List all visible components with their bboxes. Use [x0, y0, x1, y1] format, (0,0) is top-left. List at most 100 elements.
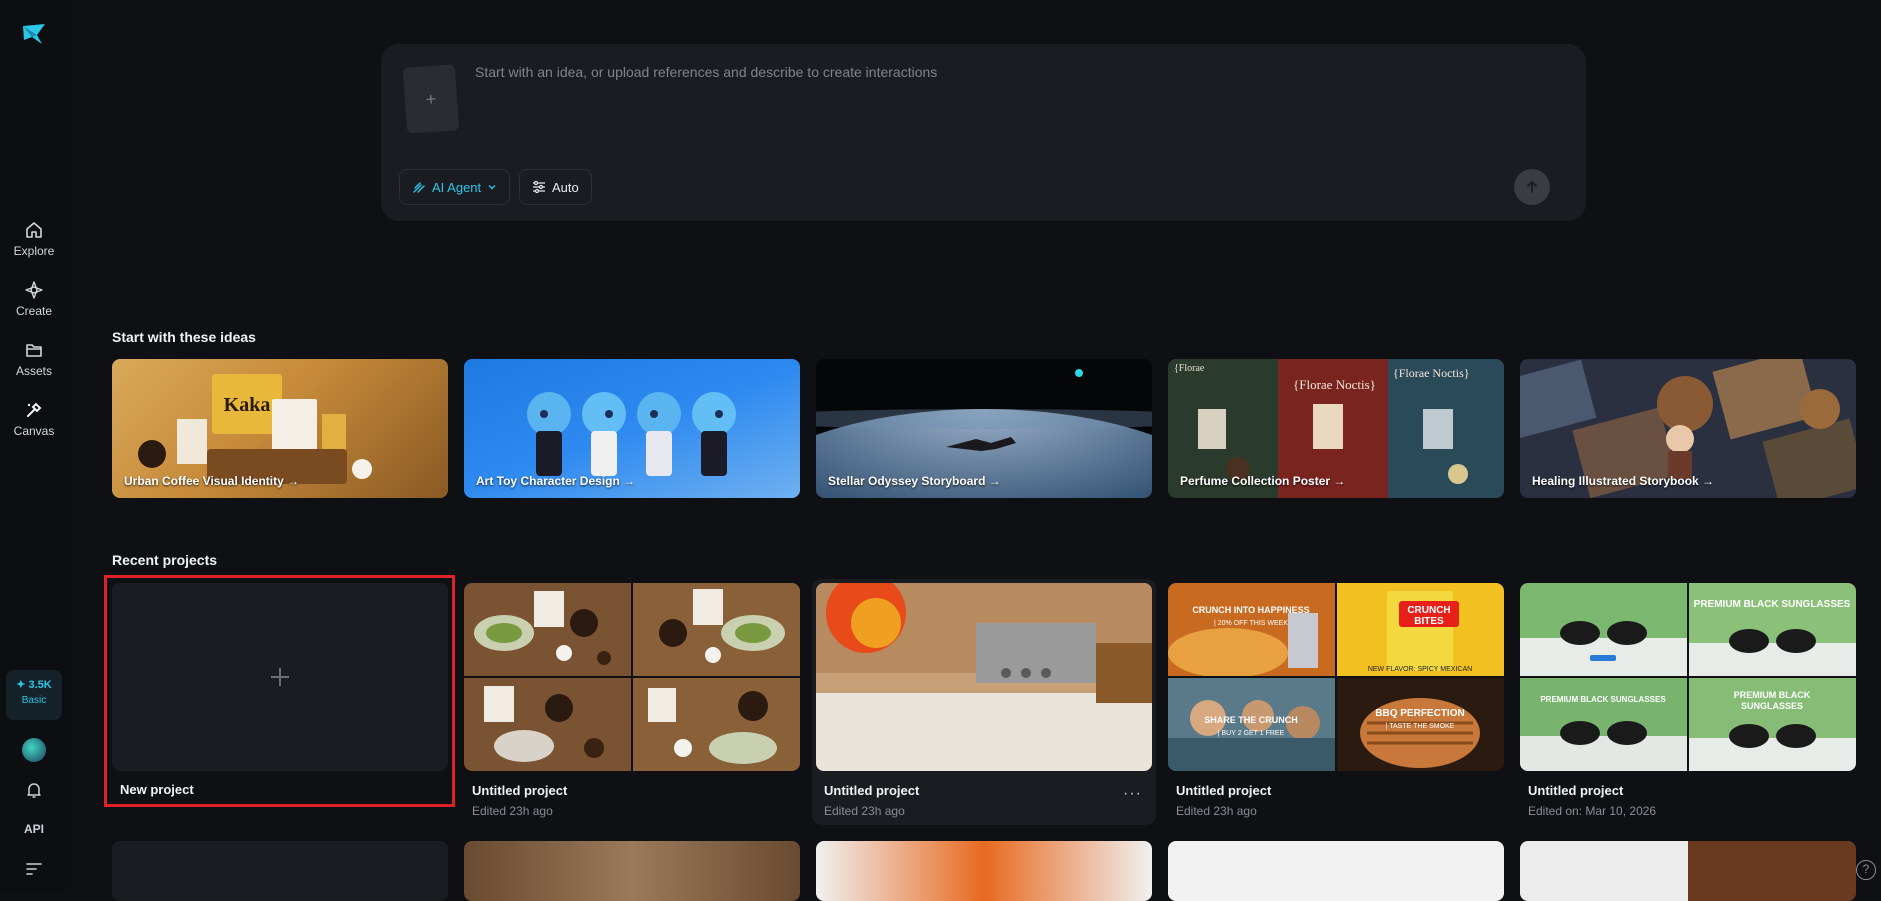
idea-card-label: Healing Illustrated Storybook → [1532, 474, 1715, 488]
nav-explore[interactable]: Explore [0, 220, 68, 258]
project-thumbnail[interactable]: PREMIUM BLACK SUNGLASSES PREMIUM BLACK S… [1520, 583, 1856, 771]
sunglasses-ad-image: PREMIUM BLACK SUNGLASSES [1520, 678, 1687, 771]
svg-text:| TASTE THE SMOKE: | TASTE THE SMOKE [1386, 723, 1455, 730]
app-logo-icon[interactable] [20, 20, 48, 48]
plan-label: Basic [21, 695, 47, 706]
api-link[interactable]: API [0, 822, 68, 836]
svg-text:Kaka: Kaka [224, 394, 271, 416]
project-card[interactable]: Untitled project Edited 23h ago [464, 583, 800, 818]
project-edited: Edited 23h ago [824, 804, 905, 818]
project-thumbnail[interactable] [816, 583, 1152, 771]
idea-card-perfume[interactable]: {Florae Noctis} {Florae Noctis} {Florae … [1168, 359, 1504, 498]
ai-agent-button[interactable]: AI Agent [399, 169, 511, 205]
chips-ad-image: CRUNCHBITES NEW FLAVOR: SPICY MEXICAN [1337, 583, 1504, 676]
ideas-section-title: Start with these ideas [112, 329, 256, 345]
coffee-flatlay-image [633, 583, 800, 676]
sunglasses-ad-image [1520, 583, 1687, 676]
project-title: Untitled project [1176, 783, 1272, 798]
coffee-flatlay-image [633, 678, 800, 771]
nav-canvas[interactable]: Canvas [0, 400, 68, 438]
plus-icon: + [425, 88, 437, 109]
auto-settings-button[interactable]: Auto [519, 169, 592, 205]
svg-text:BITES: BITES [1414, 616, 1444, 627]
project-title: Untitled project [1528, 783, 1624, 798]
svg-text:CRUNCH INTO HAPPINESS: CRUNCH INTO HAPPINESS [1192, 605, 1309, 615]
arrow-up-icon [1527, 180, 1537, 193]
project-edited: Edited 23h ago [1176, 804, 1257, 818]
home-icon [26, 222, 42, 238]
help-button[interactable]: ? [1856, 860, 1876, 880]
project-card-partial[interactable] [1168, 841, 1504, 901]
svg-text:SUNGLASSES: SUNGLASSES [1741, 701, 1803, 711]
idea-card-label: Stellar Odyssey Storyboard → [828, 474, 1001, 488]
svg-text:CRUNCH: CRUNCH [1407, 605, 1450, 616]
svg-text:| BUY 2 GET 1 FREE: | BUY 2 GET 1 FREE [1218, 730, 1285, 737]
project-title: Untitled project [824, 783, 920, 798]
send-button[interactable] [1514, 169, 1550, 205]
chips-ad-image: BBQ PERFECTION | TASTE THE SMOKE [1337, 678, 1504, 771]
project-card[interactable]: Untitled project Edited 23h ago ··· [812, 579, 1156, 825]
idea-card-art-toy[interactable]: Art Toy Character Design → [464, 359, 800, 498]
prompt-input[interactable]: Start with an idea, or upload references… [475, 64, 937, 80]
wand-icon [413, 182, 425, 193]
project-card-partial[interactable] [464, 841, 800, 901]
nav-create[interactable]: Create [0, 280, 68, 318]
svg-text:PREMIUM BLACK SUNGLASSES: PREMIUM BLACK SUNGLASSES [1540, 695, 1666, 704]
project-card-partial[interactable] [1520, 841, 1856, 901]
project-card[interactable]: CRUNCH INTO HAPPINESS | 20% OFF THIS WEEK… [1168, 583, 1504, 818]
sidebar: Explore Create Assets Canvas ✦ 3.5K Basi… [0, 0, 68, 891]
project-card[interactable]: PREMIUM BLACK SUNGLASSES PREMIUM BLACK S… [1520, 583, 1856, 818]
project-card-partial[interactable] [816, 841, 1152, 901]
idea-card-label: Art Toy Character Design → [476, 474, 636, 488]
project-thumbnail[interactable]: CRUNCH INTO HAPPINESS | 20% OFF THIS WEEK… [1168, 583, 1504, 771]
chevron-down-icon [488, 185, 496, 190]
bell-icon[interactable] [24, 780, 44, 800]
nav-explore-label: Explore [13, 244, 55, 258]
nav-create-label: Create [15, 304, 53, 318]
nav-assets[interactable]: Assets [0, 340, 68, 378]
ai-agent-label: AI Agent [432, 179, 482, 195]
coffee-flatlay-image [464, 678, 631, 771]
upload-reference-button[interactable]: + [402, 64, 460, 134]
canvas-icon [27, 402, 42, 417]
nav-canvas-label: Canvas [13, 424, 55, 438]
kitchen-image [816, 583, 1152, 771]
auto-label: Auto [552, 179, 579, 195]
project-thumbnail[interactable] [464, 583, 800, 771]
credits-amount: ✦ 3.5K [16, 679, 52, 691]
recent-section-title: Recent projects [112, 552, 218, 568]
svg-text:| 20% OFF THIS WEEK: | 20% OFF THIS WEEK [1214, 620, 1288, 627]
nav-assets-label: Assets [15, 364, 52, 378]
coffee-flatlay-image [464, 583, 631, 676]
idea-card-storybook[interactable]: Healing Illustrated Storybook → [1520, 359, 1856, 498]
svg-text:PREMIUM BLACK SUNGLASSES: PREMIUM BLACK SUNGLASSES [1694, 599, 1851, 610]
project-edited: Edited on: Mar 10, 2026 [1528, 804, 1657, 818]
sunglasses-ad-image: PREMIUM BLACK SUNGLASSES [1689, 583, 1856, 676]
svg-text:{Florae: {Florae [1174, 363, 1205, 374]
sliders-icon [533, 180, 545, 194]
idea-card-stellar[interactable]: Stellar Odyssey Storyboard → [816, 359, 1152, 498]
folder-icon [26, 344, 42, 357]
svg-text:SHARE THE CRUNCH: SHARE THE CRUNCH [1204, 715, 1298, 725]
more-options-button[interactable]: ··· [1123, 785, 1142, 803]
svg-text:BBQ PERFECTION: BBQ PERFECTION [1375, 708, 1464, 719]
credits-badge[interactable]: ✦ 3.5K Basic [6, 670, 62, 720]
project-edited: Edited 23h ago [472, 804, 553, 818]
svg-text:PREMIUM BLACK: PREMIUM BLACK [1734, 690, 1811, 700]
project-title: Untitled project [472, 783, 568, 798]
chips-ad-image: CRUNCH INTO HAPPINESS | 20% OFF THIS WEEK [1168, 583, 1335, 676]
svg-text:{Florae Noctis}: {Florae Noctis} [1293, 377, 1376, 392]
svg-text:{Florae Noctis}: {Florae Noctis} [1393, 366, 1470, 380]
avatar[interactable] [22, 738, 46, 762]
sunglasses-ad-image: PREMIUM BLACKSUNGLASSES [1689, 678, 1856, 771]
svg-text:NEW FLAVOR: SPICY MEXICAN: NEW FLAVOR: SPICY MEXICAN [1368, 666, 1472, 673]
idea-card-coffee[interactable]: Kaka Urban Coffee Visual Identity → [112, 359, 448, 498]
menu-icon[interactable] [26, 862, 42, 876]
idea-card-label: Perfume Collection Poster → [1180, 474, 1346, 488]
chips-ad-image: SHARE THE CRUNCH | BUY 2 GET 1 FREE [1168, 678, 1335, 771]
idea-card-label: Urban Coffee Visual Identity → [124, 474, 300, 488]
selection-highlight [104, 575, 455, 807]
prompt-box[interactable]: + Start with an idea, or upload referenc… [381, 44, 1586, 221]
diamond-icon [25, 281, 43, 299]
project-card-partial[interactable] [112, 841, 448, 901]
